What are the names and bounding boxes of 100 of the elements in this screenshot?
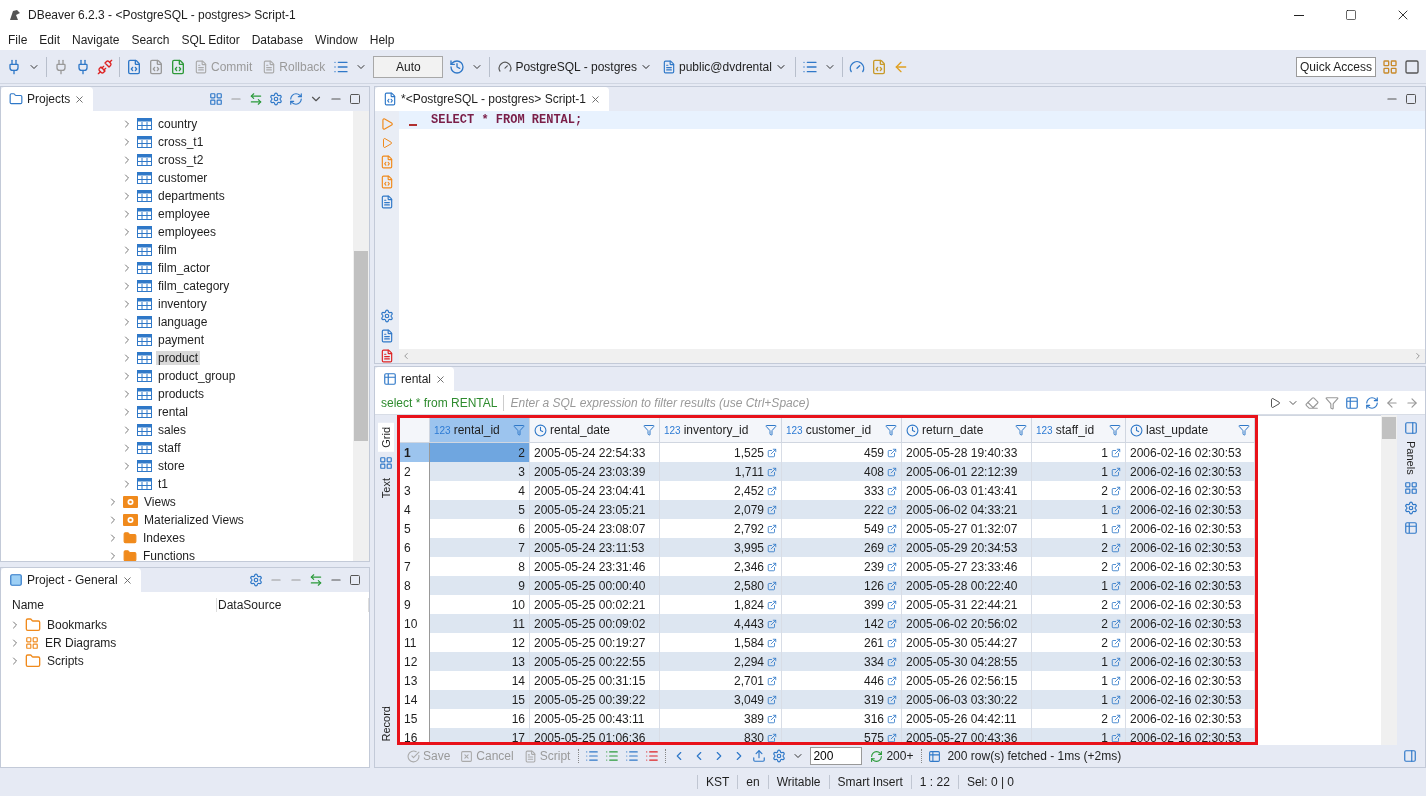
refresh-icon[interactable] — [289, 92, 303, 106]
document-icon[interactable] — [148, 58, 164, 75]
tree-item[interactable]: inventory — [156, 297, 209, 311]
column-header[interactable]: last_update — [1126, 418, 1255, 443]
link-icon[interactable] — [249, 92, 263, 106]
tree-item[interactable]: products — [156, 387, 207, 401]
column-header[interactable]: 123 customer_id — [782, 418, 902, 443]
column-header[interactable]: Name — [11, 598, 217, 612]
tree-item[interactable]: product — [156, 351, 201, 365]
scrollbar[interactable] — [353, 111, 369, 561]
tree-item[interactable]: rental — [156, 405, 191, 419]
script-icon[interactable] — [380, 155, 394, 169]
script-icon[interactable] — [380, 175, 394, 189]
column-header[interactable]: 123 rental_id — [430, 418, 530, 443]
view-tab[interactable]: Record — [378, 701, 394, 745]
editor-tab[interactable]: *<PostgreSQL - postgres> Script-1 — [375, 87, 609, 111]
column-header[interactable]: 123 inventory_id — [660, 418, 782, 443]
tree-item[interactable]: cross_t1 — [156, 135, 206, 149]
transaction-mode-button[interactable]: Auto — [373, 55, 444, 78]
tree-item[interactable]: sales — [156, 423, 188, 437]
tree-item[interactable]: country — [156, 117, 200, 131]
tree-item[interactable]: language — [156, 315, 210, 329]
menu-item[interactable]: SQL Editor — [175, 33, 246, 47]
grid-icon[interactable] — [1404, 480, 1418, 495]
tree-item[interactable]: film — [156, 243, 179, 257]
tree-item[interactable]: store — [156, 459, 187, 473]
maximize-icon[interactable] — [349, 574, 361, 586]
tree-item[interactable]: staff — [156, 441, 183, 455]
menu-item[interactable]: Navigate — [66, 33, 126, 47]
tree-item[interactable]: Scripts — [45, 654, 86, 668]
row-number[interactable]: 1 — [400, 443, 430, 462]
project-general-tab[interactable]: Project - General — [1, 568, 141, 592]
maximize-icon[interactable] — [349, 93, 361, 105]
scrollbar[interactable] — [399, 349, 1425, 363]
tree-item[interactable]: ER Diagrams — [43, 636, 119, 650]
view-tab[interactable]: Grid — [378, 423, 394, 452]
plug-icon[interactable] — [53, 58, 69, 75]
tree-item[interactable]: employees — [156, 225, 219, 239]
play-icon[interactable] — [1269, 396, 1281, 409]
maximize-icon[interactable] — [1405, 93, 1417, 105]
menu-item[interactable]: Help — [363, 33, 401, 47]
tree-item[interactable]: film_category — [156, 279, 232, 293]
tree-item[interactable]: employee — [156, 207, 213, 221]
grid-icon[interactable] — [1382, 58, 1398, 75]
tree-item[interactable]: product_group — [156, 369, 238, 383]
document-icon[interactable] — [380, 329, 394, 343]
settings-icon[interactable] — [772, 749, 787, 763]
menu-item[interactable]: Window — [309, 33, 364, 47]
filter-icon[interactable] — [1325, 395, 1339, 410]
refresh-icon[interactable] — [1365, 395, 1379, 410]
menu-item[interactable]: Search — [125, 33, 176, 47]
tree-item[interactable]: t1 — [156, 477, 170, 491]
table-icon[interactable] — [1404, 520, 1418, 535]
run-icon[interactable] — [380, 117, 394, 131]
table-icon[interactable] — [1345, 395, 1359, 410]
plug-icon[interactable] — [75, 58, 91, 75]
tree-item[interactable]: departments — [156, 189, 227, 203]
settings-icon[interactable] — [249, 573, 263, 587]
menu-item[interactable]: Database — [245, 33, 310, 47]
document-icon[interactable] — [380, 195, 394, 209]
export-icon[interactable] — [752, 749, 767, 763]
tree-item[interactable]: payment — [156, 333, 207, 347]
document-icon[interactable] — [170, 58, 186, 75]
fetch-size-field[interactable]: 200 — [810, 747, 863, 765]
settings-icon[interactable] — [269, 92, 283, 106]
projects-tab[interactable]: Projects — [1, 87, 94, 111]
connection-selector[interactable]: PostgreSQL - postgres — [496, 59, 654, 74]
menu-item[interactable]: Edit — [33, 33, 67, 47]
column-header[interactable]: 123 staff_id — [1032, 418, 1126, 443]
settings-icon[interactable] — [1404, 500, 1418, 515]
panel-toggle-icon[interactable] — [1403, 749, 1417, 763]
tree-item[interactable]: Functions — [141, 549, 198, 561]
document-icon[interactable] — [126, 58, 142, 75]
run-icon[interactable] — [381, 137, 393, 149]
eraser-icon[interactable] — [1305, 395, 1319, 410]
tree-item[interactable]: Views — [142, 495, 178, 509]
panels-tab[interactable]: Panels — [1405, 441, 1417, 475]
history-icon[interactable] — [449, 58, 466, 75]
plug-icon[interactable] — [6, 58, 22, 75]
results-tab[interactable]: rental — [375, 367, 455, 391]
column-header[interactable]: return_date — [902, 418, 1032, 443]
quick-access-field[interactable]: Quick Access — [1295, 56, 1376, 77]
settings-icon[interactable] — [380, 309, 394, 323]
fetch-more-button[interactable]: 200+ — [868, 749, 916, 763]
unplug-icon[interactable] — [97, 58, 113, 75]
view-tab[interactable]: Text — [378, 473, 394, 502]
link-icon[interactable] — [309, 573, 323, 587]
tree-item[interactable]: Bookmarks — [45, 618, 110, 632]
document-icon[interactable] — [380, 349, 394, 363]
column-header[interactable]: rental_date — [530, 418, 660, 443]
tree-item[interactable]: film_actor — [156, 261, 212, 275]
column-header[interactable]: DataSource — [217, 598, 369, 612]
schema-selector[interactable]: public@dvdrental — [660, 59, 789, 74]
scrollbar[interactable] — [1381, 415, 1397, 745]
tree-item[interactable]: Materialized Views — [142, 513, 246, 527]
tree-item[interactable]: Indexes — [141, 531, 188, 545]
gauge-icon[interactable] — [848, 58, 865, 75]
tree-item[interactable]: customer — [156, 171, 210, 185]
menu-item[interactable]: File — [2, 33, 34, 47]
tree-item[interactable]: cross_t2 — [156, 153, 206, 167]
